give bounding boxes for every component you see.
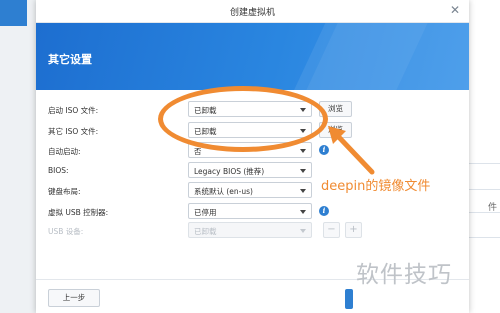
watermark-text: 软件技巧 bbox=[356, 262, 452, 288]
annotation-text: deepin的镜像文件 bbox=[321, 179, 431, 194]
